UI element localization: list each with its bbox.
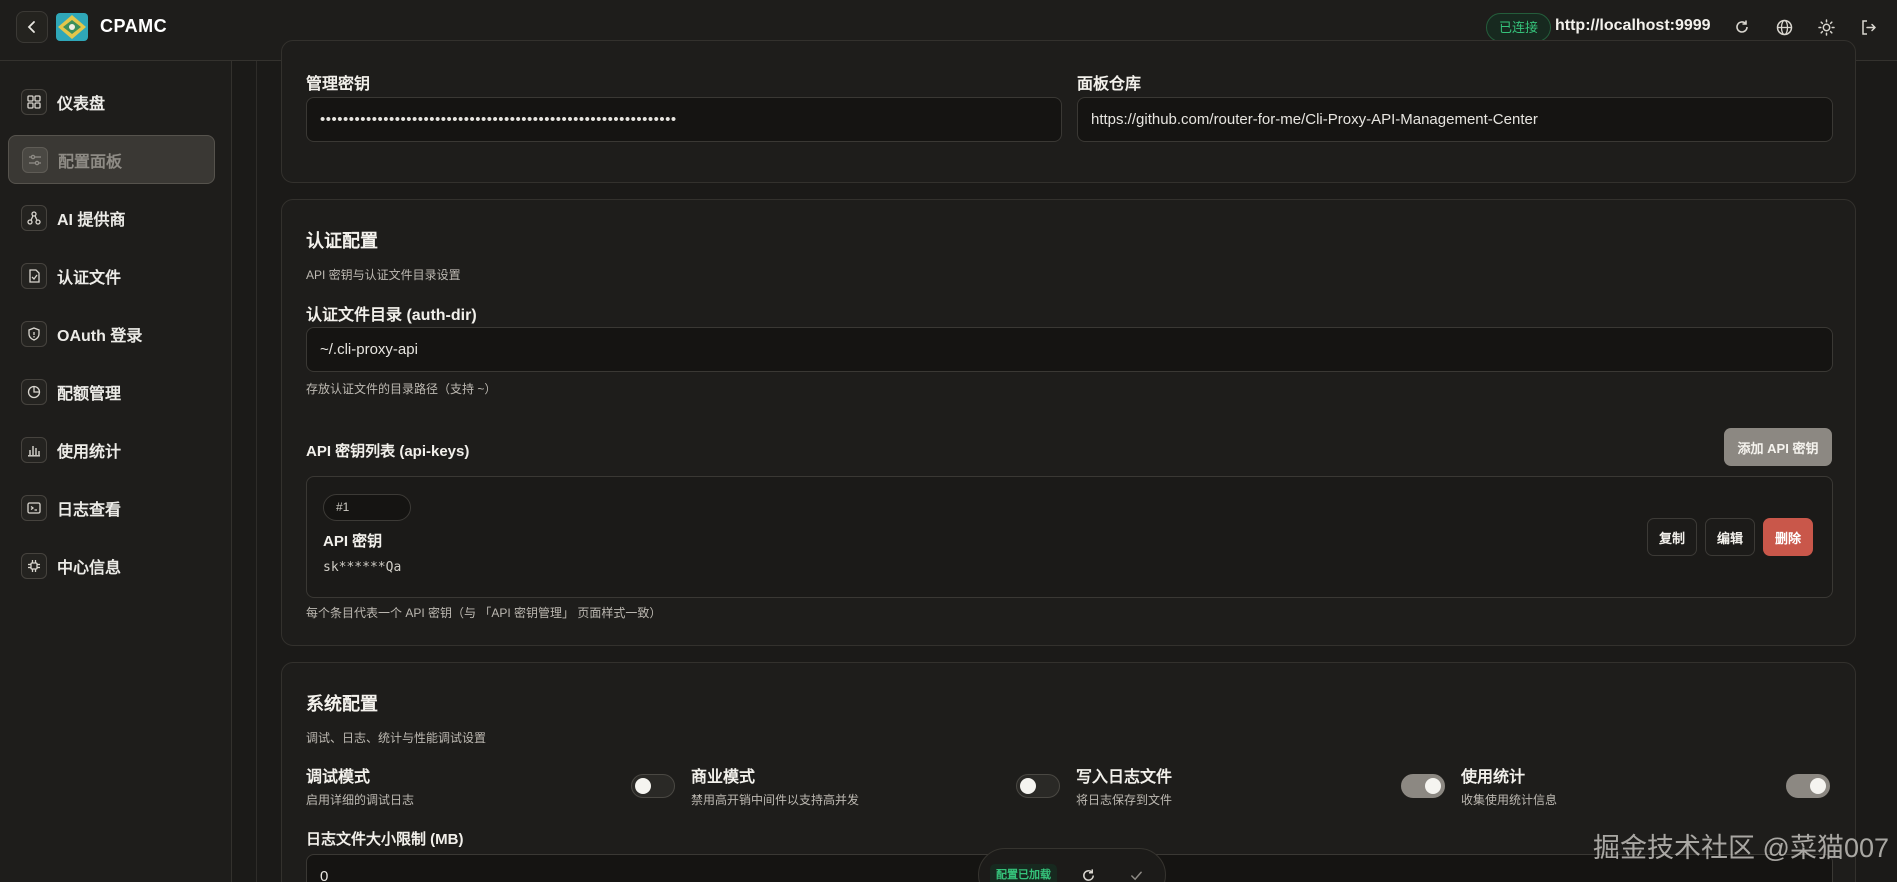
- file-check-icon: [21, 262, 47, 289]
- sidebar: 仪表盘 配置面板 AI 提供商 认证文件 OAuth 登录 配额管理 使用统计 …: [0, 61, 232, 882]
- sidebar-item-label: 使用统计: [57, 443, 122, 461]
- api-key-entry: #1 API 密钥 sk******Qa 复制 编辑 删除: [306, 476, 1833, 598]
- usage-stats-toggle[interactable]: [1786, 774, 1830, 798]
- dashboard-icon: [21, 88, 47, 115]
- log-to-file-desc: 将日志保存到文件: [1076, 793, 1173, 807]
- management-card: 管理密钥 •••••••••••••••••••••••••••••••••••…: [281, 40, 1856, 183]
- sidebar-item-usage-stats[interactable]: 使用统计: [8, 425, 215, 474]
- sidebar-item-label: 配额管理: [57, 385, 122, 403]
- auth-config-card: 认证配置 API 密钥与认证文件目录设置 认证文件目录 (auth-dir) ~…: [281, 199, 1856, 646]
- api-keys-label: API 密钥列表 (api-keys): [306, 443, 470, 460]
- terminal-icon: [21, 494, 47, 521]
- auth-dir-label: 认证文件目录 (auth-dir): [306, 307, 477, 324]
- sun-icon[interactable]: [1813, 14, 1839, 40]
- usage-stats-title: 使用统计: [1461, 769, 1526, 786]
- content-divider: [256, 61, 257, 882]
- log-to-file-title: 写入日志文件: [1076, 769, 1173, 786]
- api-key-title: API 密钥: [323, 533, 383, 550]
- network-icon: [21, 204, 47, 231]
- config-loaded-badge: 配置已加载: [990, 864, 1057, 882]
- connection-status-badge: 已连接: [1486, 13, 1552, 42]
- api-keys-hint: 每个条目代表一个 API 密钥（与 「API 密钥管理」 页面样式一致）: [306, 606, 662, 620]
- auth-card-description: API 密钥与认证文件目录设置: [306, 268, 461, 282]
- delete-button[interactable]: 删除: [1763, 518, 1813, 556]
- reload-icon[interactable]: [1077, 864, 1099, 882]
- chevron-left-icon: [27, 21, 35, 33]
- save-check-icon[interactable]: [1125, 864, 1147, 882]
- sidebar-item-label: 认证文件: [57, 269, 122, 287]
- globe-icon[interactable]: [1771, 14, 1797, 40]
- repo-label: 面板仓库: [1077, 76, 1142, 93]
- log-size-label: 日志文件大小限制 (MB): [306, 831, 464, 848]
- api-key-value: sk******Qa: [323, 560, 402, 575]
- copy-button[interactable]: 复制: [1647, 518, 1697, 556]
- sliders-icon: [22, 146, 48, 173]
- sidebar-item-label: 日志查看: [57, 501, 122, 519]
- mgmt-key-label: 管理密钥: [306, 76, 371, 93]
- sidebar-item-quota[interactable]: 配额管理: [8, 367, 215, 416]
- mgmt-key-input[interactable]: ••••••••••••••••••••••••••••••••••••••••…: [306, 97, 1062, 142]
- sidebar-item-auth-files[interactable]: 认证文件: [8, 251, 215, 300]
- back-button[interactable]: [16, 11, 48, 43]
- log-to-file-toggle[interactable]: [1401, 774, 1445, 798]
- debug-mode-desc: 启用详细的调试日志: [306, 793, 415, 807]
- floating-action-bar: 配置已加载: [978, 848, 1166, 882]
- sidebar-item-label: OAuth 登录: [57, 327, 143, 345]
- server-url: http://localhost:9999: [1555, 17, 1711, 34]
- sidebar-item-label: 配置面板: [58, 153, 123, 171]
- brand-name: CPAMC: [100, 16, 168, 36]
- refresh-icon[interactable]: [1729, 14, 1755, 40]
- auth-dir-hint: 存放认证文件的目录路径（支持 ~）: [306, 382, 497, 396]
- logout-icon[interactable]: [1855, 14, 1881, 40]
- auth-card-title: 认证配置: [306, 231, 378, 251]
- commercial-mode-toggle[interactable]: [1016, 774, 1060, 798]
- add-api-key-button[interactable]: 添加 API 密钥: [1724, 428, 1832, 466]
- repo-url-input[interactable]: https://github.com/router-for-me/Cli-Pro…: [1077, 97, 1833, 142]
- commercial-mode-title: 商业模式: [691, 769, 756, 786]
- pie-chart-icon: [21, 378, 47, 405]
- system-card-description: 调试、日志、统计与性能调试设置: [306, 731, 487, 745]
- sidebar-item-ai-providers[interactable]: AI 提供商: [8, 193, 215, 242]
- auth-dir-input[interactable]: ~/.cli-proxy-api: [306, 327, 1833, 372]
- sidebar-item-oauth-login[interactable]: OAuth 登录: [8, 309, 215, 358]
- system-card-title: 系统配置: [306, 694, 378, 714]
- sidebar-item-center-info[interactable]: 中心信息: [8, 541, 215, 590]
- api-key-index-badge: #1: [323, 494, 411, 521]
- sidebar-item-label: 中心信息: [57, 559, 122, 577]
- commercial-mode-desc: 禁用高开销中间件以支持高并发: [691, 793, 860, 807]
- sidebar-item-label: AI 提供商: [57, 211, 126, 229]
- debug-mode-toggle[interactable]: [631, 774, 675, 798]
- watermark-text: 掘金技术社区 @菜猫007: [1593, 833, 1889, 863]
- sidebar-item-label: 仪表盘: [57, 95, 106, 113]
- app-logo: [56, 13, 88, 41]
- chip-icon: [21, 552, 47, 579]
- shield-icon: [21, 320, 47, 347]
- debug-mode-title: 调试模式: [306, 769, 371, 786]
- usage-stats-desc: 收集使用统计信息: [1461, 793, 1558, 807]
- sidebar-item-dashboard[interactable]: 仪表盘: [8, 77, 215, 126]
- edit-button[interactable]: 编辑: [1705, 518, 1755, 556]
- sidebar-item-config-panel[interactable]: 配置面板: [8, 135, 215, 184]
- bar-chart-icon: [21, 436, 47, 463]
- sidebar-item-logs[interactable]: 日志查看: [8, 483, 215, 532]
